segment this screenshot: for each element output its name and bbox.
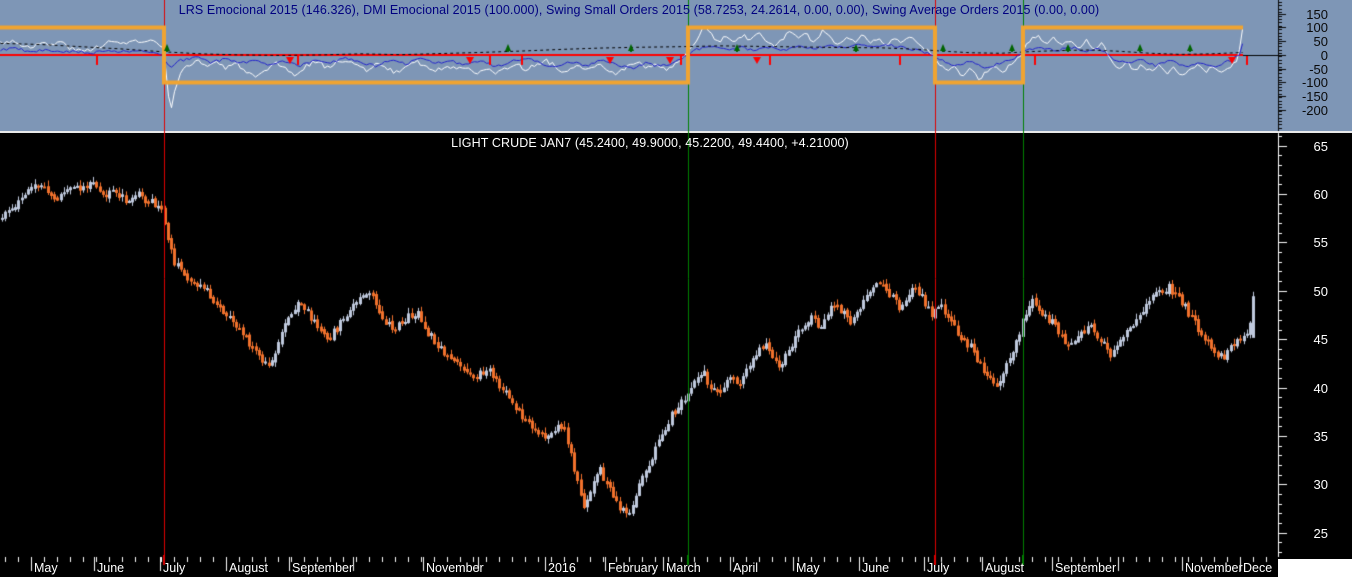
month-label: 2016 xyxy=(548,561,576,575)
price-axis-label: 25 xyxy=(1313,526,1328,541)
price-axis-label: 50 xyxy=(1313,284,1328,299)
price-axis-label: 35 xyxy=(1313,429,1328,444)
month-label: July xyxy=(163,561,186,575)
month-label: August xyxy=(229,561,268,575)
indicator-axis-label: 0 xyxy=(1320,48,1328,63)
month-label: September xyxy=(292,561,354,575)
month-label: June xyxy=(97,561,125,575)
chart-canvas[interactable] xyxy=(0,0,1352,577)
month-label: February xyxy=(608,561,659,575)
month-label: April xyxy=(733,561,759,575)
month-label: November xyxy=(1185,561,1243,575)
axis-corner xyxy=(1278,559,1352,577)
indicator-title: LRS Emocional 2015 (146.326), DMI Emocio… xyxy=(178,3,1100,17)
month-label: May xyxy=(796,561,820,575)
month-label: September xyxy=(1055,561,1117,575)
indicator-axis-label: 50 xyxy=(1313,34,1328,49)
month-label: June xyxy=(862,561,890,575)
month-label: March xyxy=(666,561,701,575)
price-axis-label: 30 xyxy=(1313,477,1328,492)
month-label: November xyxy=(426,561,484,575)
month-label: Dece xyxy=(1243,561,1273,575)
indicator-axis-label: -200 xyxy=(1301,103,1328,118)
price-axis-label: 45 xyxy=(1313,332,1328,347)
indicator-axis-label: -100 xyxy=(1301,75,1328,90)
indicator-axis-label: -150 xyxy=(1301,89,1328,104)
month-label: May xyxy=(34,561,58,575)
trading-chart-window: LRS Emocional 2015 (146.326), DMI Emocio… xyxy=(0,0,1352,577)
price-axis-label: 60 xyxy=(1313,187,1328,202)
month-label: July xyxy=(927,561,950,575)
price-axis-label: 55 xyxy=(1313,235,1328,250)
price-title: LIGHT CRUDE JAN7 (45.2400, 49.9000, 45.2… xyxy=(451,136,849,150)
price-axis-label: 40 xyxy=(1313,381,1328,396)
month-label: August xyxy=(985,561,1024,575)
indicator-axis-label: 100 xyxy=(1306,20,1328,35)
